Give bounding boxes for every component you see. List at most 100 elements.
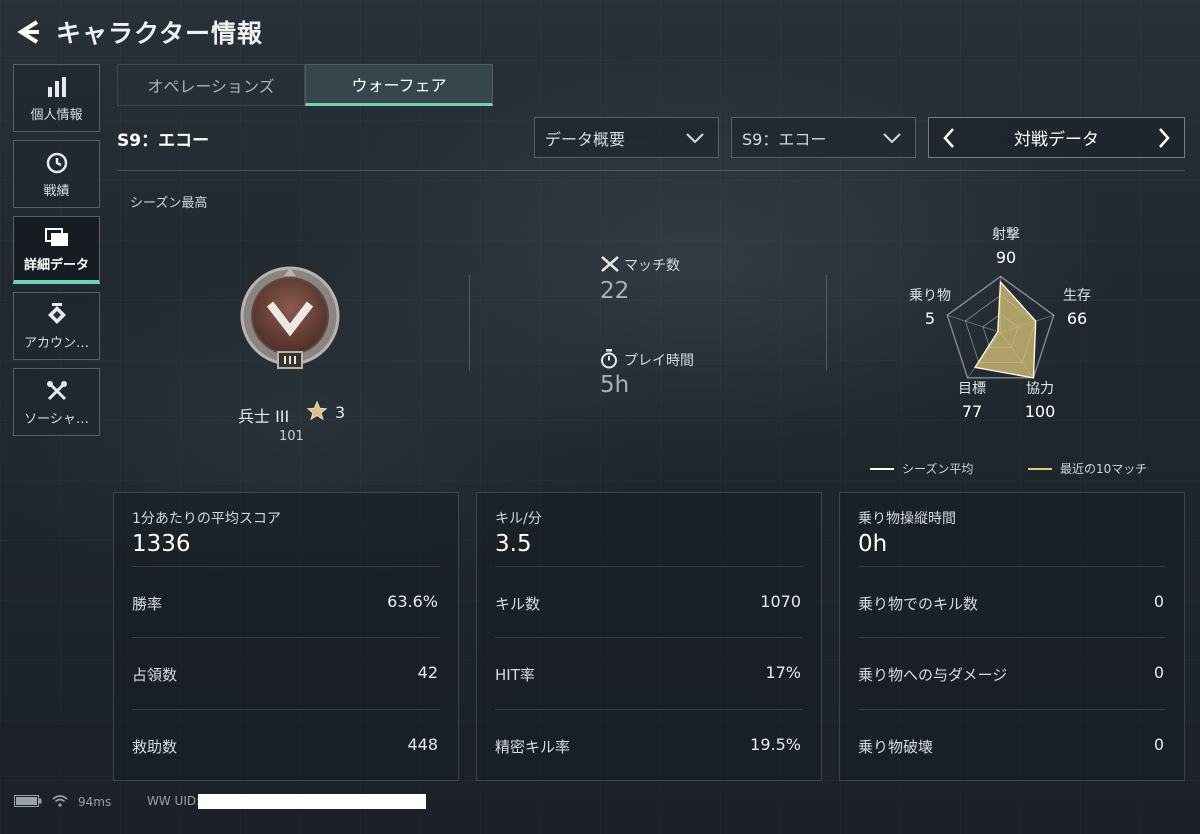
radar-label-teamwork: 協力 [1026,381,1054,397]
radar-value-teamwork: 100 [1024,402,1056,421]
stat-row-label: 勝率 [132,595,163,613]
legend-label: 最近の10マッチ [1060,462,1148,476]
chevron-right-icon [1159,127,1170,148]
radar-label-objective: 目標 [958,381,986,397]
ping-value: 94ms [78,795,112,809]
card-title: 1分あたりの平均スコア [132,511,281,527]
account-badge-icon [45,302,69,328]
stats-card-kills: キル/分 3.5 キル数 1070 HIT率 17% 精密キル率 19.5% [476,492,822,781]
stopwatch-icon [600,349,618,373]
season-best-label: シーズン最高 [130,196,208,211]
stat-row-value: 42 [417,663,438,682]
playtime-value: 5h [600,372,630,398]
sidebar-item-record[interactable]: 戦績 [13,140,100,208]
legend-line-white [870,467,894,470]
radar-value-vehicle: 5 [924,309,936,328]
next-mode-button[interactable] [1152,123,1176,153]
season-dropdown-value: S9：エコー [742,129,827,149]
previous-mode-button[interactable] [937,123,961,153]
stat-row-value: 63.6% [387,592,438,611]
card-main-value: 1336 [132,531,191,557]
radar-value-shooting: 90 [995,248,1017,267]
page-title: キャラクター情報 [56,19,264,48]
legend-season-average: シーズン平均 [870,460,973,477]
stat-row-value: 1070 [760,592,801,611]
star-icon [306,400,328,426]
sidebar-item-label: 個人情報 [30,107,83,123]
data-type-dropdown-value: データ概要 [545,129,626,149]
mode-switcher: 対戦データ [928,117,1185,158]
folder-icon [44,224,69,250]
rank-name: 兵士 III [238,407,290,426]
sidebar: 個人情報 戦績 詳細データ アカウン… ソーシャ… [13,64,101,444]
card-divider [858,566,1166,567]
back-button[interactable] [12,15,46,49]
stat-row-value: 0 [1153,735,1164,754]
radar-label-vehicle: 乗り物 [909,288,951,304]
radar-value-objective: 77 [961,402,983,421]
stat-row-value: 19.5% [750,735,801,754]
data-type-dropdown[interactable]: データ概要 [534,117,719,158]
section-divider [117,170,1185,171]
stat-row-label: HIT率 [495,666,535,684]
battery-icon [14,794,42,810]
stat-row-value: 0 [1153,663,1164,682]
stat-row-value: 448 [407,735,438,754]
stat-row-label: 乗り物でのキル数 [858,595,979,613]
sidebar-item-account[interactable]: アカウン… [13,292,100,360]
card-divider [495,709,803,710]
rank-level: 101 [279,429,304,444]
uid-redacted [198,794,426,809]
legend-recent-matches: 最近の10マッチ [1028,460,1147,477]
sidebar-item-detail-data[interactable]: 詳細データ [13,216,100,284]
tools-icon [45,378,69,404]
radar-value-survival: 66 [1066,309,1088,328]
card-main-value: 0h [858,531,888,557]
stat-row-label: 占領数 [132,666,178,684]
card-divider [132,637,440,638]
stat-row-label: 乗り物への与ダメージ [858,666,1008,684]
legend-line-gold [1028,467,1052,470]
crossed-swords-icon [600,255,620,277]
mode-tabs: オペレーションズ ウォーフェア [117,64,493,106]
card-divider [495,637,803,638]
stat-row-label: 精密キル率 [495,738,571,756]
radar-label-shooting: 射撃 [992,227,1020,243]
card-title: 乗り物操縦時間 [858,511,956,527]
chevron-down-icon [686,132,704,143]
status-bar: 94ms [14,792,111,812]
stat-row-label: 救助数 [132,738,178,756]
card-divider [858,709,1166,710]
playtime-label: プレイ時間 [624,353,694,369]
radar-chart [946,275,1055,379]
card-main-value: 3.5 [495,531,532,557]
stat-row-value: 17% [765,663,801,682]
vertical-divider [469,275,470,370]
mode-switcher-label: 対戦データ [1014,130,1099,150]
sidebar-item-label: 戦績 [43,183,70,199]
rank-emblem-icon [240,266,344,376]
legend-label: シーズン平均 [902,462,974,476]
bar-chart-icon [46,74,68,100]
sidebar-item-label: アカウン… [23,335,89,351]
stats-card-score: 1分あたりの平均スコア 1336 勝率 63.6% 占領数 42 救助数 448 [113,492,459,781]
header: キャラクター情報 [12,12,263,52]
season-dropdown[interactable]: S9：エコー [731,117,916,158]
sidebar-item-label: 詳細データ [23,258,89,273]
stat-row-label: 乗り物破壊 [858,738,934,756]
stats-card-vehicle: 乗り物操縦時間 0h 乗り物でのキル数 0 乗り物への与ダメージ 0 乗り物破壊… [839,492,1185,781]
sidebar-item-personal-info[interactable]: 個人情報 [13,64,100,132]
card-divider [132,709,440,710]
stat-row-value: 0 [1153,592,1164,611]
tab-warfare[interactable]: ウォーフェア [305,64,493,106]
card-divider [858,637,1166,638]
sidebar-item-social[interactable]: ソーシャ… [13,368,100,436]
back-arrow-icon [17,20,39,44]
card-divider [132,566,440,567]
card-title: キル/分 [495,511,542,527]
vertical-divider [826,275,827,370]
history-icon [45,150,69,176]
uid-label: WW UID: [147,794,201,808]
tab-operations[interactable]: オペレーションズ [117,64,305,106]
match-count-value: 22 [600,278,630,304]
